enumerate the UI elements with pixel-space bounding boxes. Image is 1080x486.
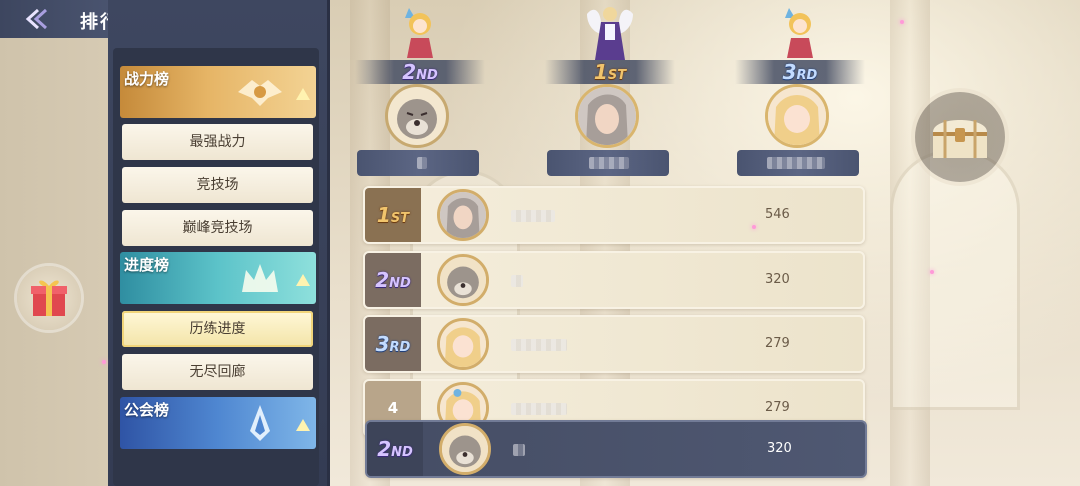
sparkle bbox=[752, 225, 756, 229]
category-label: 进度榜 bbox=[124, 256, 170, 274]
avatar[interactable] bbox=[437, 318, 489, 370]
score-value: 279 bbox=[765, 336, 790, 351]
blurred-name bbox=[417, 157, 427, 169]
category-guild[interactable]: 公会榜 bbox=[120, 397, 316, 449]
sparkle bbox=[102, 360, 106, 364]
menu-item-peak-arena[interactable]: 巅峰竞技场 bbox=[122, 210, 313, 246]
rank-badge: 2ND bbox=[367, 422, 423, 476]
blurred-name bbox=[767, 157, 825, 169]
treasure-chest-icon bbox=[933, 120, 987, 158]
blonde-girl-avatar-icon bbox=[768, 87, 826, 145]
rank-suffix: ST bbox=[607, 68, 627, 83]
avatar[interactable] bbox=[575, 84, 639, 148]
blurred-name bbox=[589, 157, 629, 169]
rank-badge: 3RD bbox=[365, 317, 421, 371]
my-ranking-row[interactable]: 2ND 320 bbox=[365, 420, 867, 478]
rank-label: 1ST bbox=[545, 60, 675, 84]
rank-suffix: RD bbox=[389, 340, 411, 355]
menu-item-arena[interactable]: 竞技场 bbox=[122, 167, 313, 203]
rank-label: 3RD bbox=[735, 60, 865, 84]
player-name-plate bbox=[357, 150, 479, 176]
reward-chest-button[interactable] bbox=[915, 92, 1005, 182]
rank-number: 4 bbox=[387, 399, 399, 417]
gift-button[interactable] bbox=[17, 266, 81, 330]
silver-hair-avatar-icon bbox=[440, 192, 486, 238]
score-value: 320 bbox=[765, 272, 790, 287]
bear-avatar-icon bbox=[397, 99, 437, 139]
ranking-row-2[interactable]: 2ND 320 bbox=[363, 251, 865, 309]
sparkle bbox=[900, 20, 904, 24]
menu-item-strongest-power[interactable]: 最强战力 bbox=[122, 124, 313, 160]
selected-arrow-icon bbox=[296, 419, 310, 431]
guild-emblem-icon bbox=[250, 405, 270, 441]
bear-avatar-icon bbox=[442, 426, 488, 472]
avatar[interactable] bbox=[385, 84, 449, 148]
chibi-character-icon bbox=[785, 8, 813, 58]
ranking-row-3[interactable]: 3RD 279 bbox=[363, 315, 865, 373]
podium-third[interactable]: 3RD bbox=[735, 4, 865, 179]
player-name-plate bbox=[547, 150, 669, 176]
menu-item-endless-corridor[interactable]: 无尽回廊 bbox=[122, 354, 313, 390]
rank-number: 3 bbox=[375, 332, 390, 356]
rank-suffix: RD bbox=[796, 68, 818, 83]
avatar[interactable] bbox=[765, 84, 829, 148]
left-backdrop bbox=[0, 0, 108, 486]
avatar[interactable] bbox=[439, 423, 491, 475]
rank-suffix: ND bbox=[391, 445, 413, 460]
window bbox=[890, 150, 1020, 410]
selected-arrow-icon bbox=[296, 88, 310, 100]
angel-character-icon bbox=[587, 7, 633, 60]
rank-suffix: ND bbox=[389, 276, 411, 291]
rank-number: 2 bbox=[377, 437, 392, 461]
gift-box-icon bbox=[31, 280, 67, 316]
rank-number: 1 bbox=[593, 60, 608, 84]
blurred-player-name bbox=[511, 339, 567, 351]
silver-hair-avatar-icon bbox=[578, 87, 636, 145]
podium-second[interactable]: 2ND bbox=[355, 4, 485, 179]
back-button[interactable] bbox=[22, 7, 52, 31]
category-progress[interactable]: 进度榜 bbox=[120, 252, 316, 304]
blurred-player-name bbox=[511, 210, 555, 222]
selected-arrow-icon bbox=[296, 274, 310, 286]
blurred-player-name bbox=[511, 403, 567, 415]
rank-number: 2 bbox=[402, 60, 417, 84]
blurred-player-name bbox=[511, 275, 523, 287]
category-label: 战力榜 bbox=[124, 70, 170, 88]
ranking-row-1[interactable]: 1ST 546 bbox=[363, 186, 865, 244]
rank-suffix: ND bbox=[416, 68, 438, 83]
chibi-character-icon bbox=[405, 8, 433, 58]
back-arrow-icon bbox=[25, 8, 48, 30]
menu-item-training-progress[interactable]: 历练进度 bbox=[122, 311, 313, 347]
bear-avatar-icon bbox=[440, 257, 486, 303]
sparkle bbox=[930, 270, 934, 274]
category-label: 公会榜 bbox=[124, 401, 170, 419]
blurred-player-name bbox=[513, 444, 525, 456]
crown-emblem-icon bbox=[242, 264, 278, 292]
score-value: 320 bbox=[767, 441, 792, 456]
rank-badge: 1ST bbox=[365, 188, 421, 242]
rank-number: 3 bbox=[782, 60, 797, 84]
player-name-plate bbox=[737, 150, 859, 176]
blonde-girl-avatar-icon bbox=[440, 321, 486, 367]
rank-number: 1 bbox=[376, 203, 391, 227]
podium-first[interactable]: 1ST bbox=[545, 4, 675, 179]
rank-suffix: ST bbox=[390, 211, 410, 226]
avatar[interactable] bbox=[437, 189, 489, 241]
avatar[interactable] bbox=[437, 254, 489, 306]
rank-label: 2ND bbox=[355, 60, 485, 84]
rank-badge: 2ND bbox=[365, 253, 421, 307]
power-emblem-icon bbox=[238, 80, 282, 106]
category-power[interactable]: 战力榜 bbox=[120, 66, 316, 118]
score-value: 546 bbox=[765, 207, 790, 222]
rank-number: 2 bbox=[375, 268, 390, 292]
